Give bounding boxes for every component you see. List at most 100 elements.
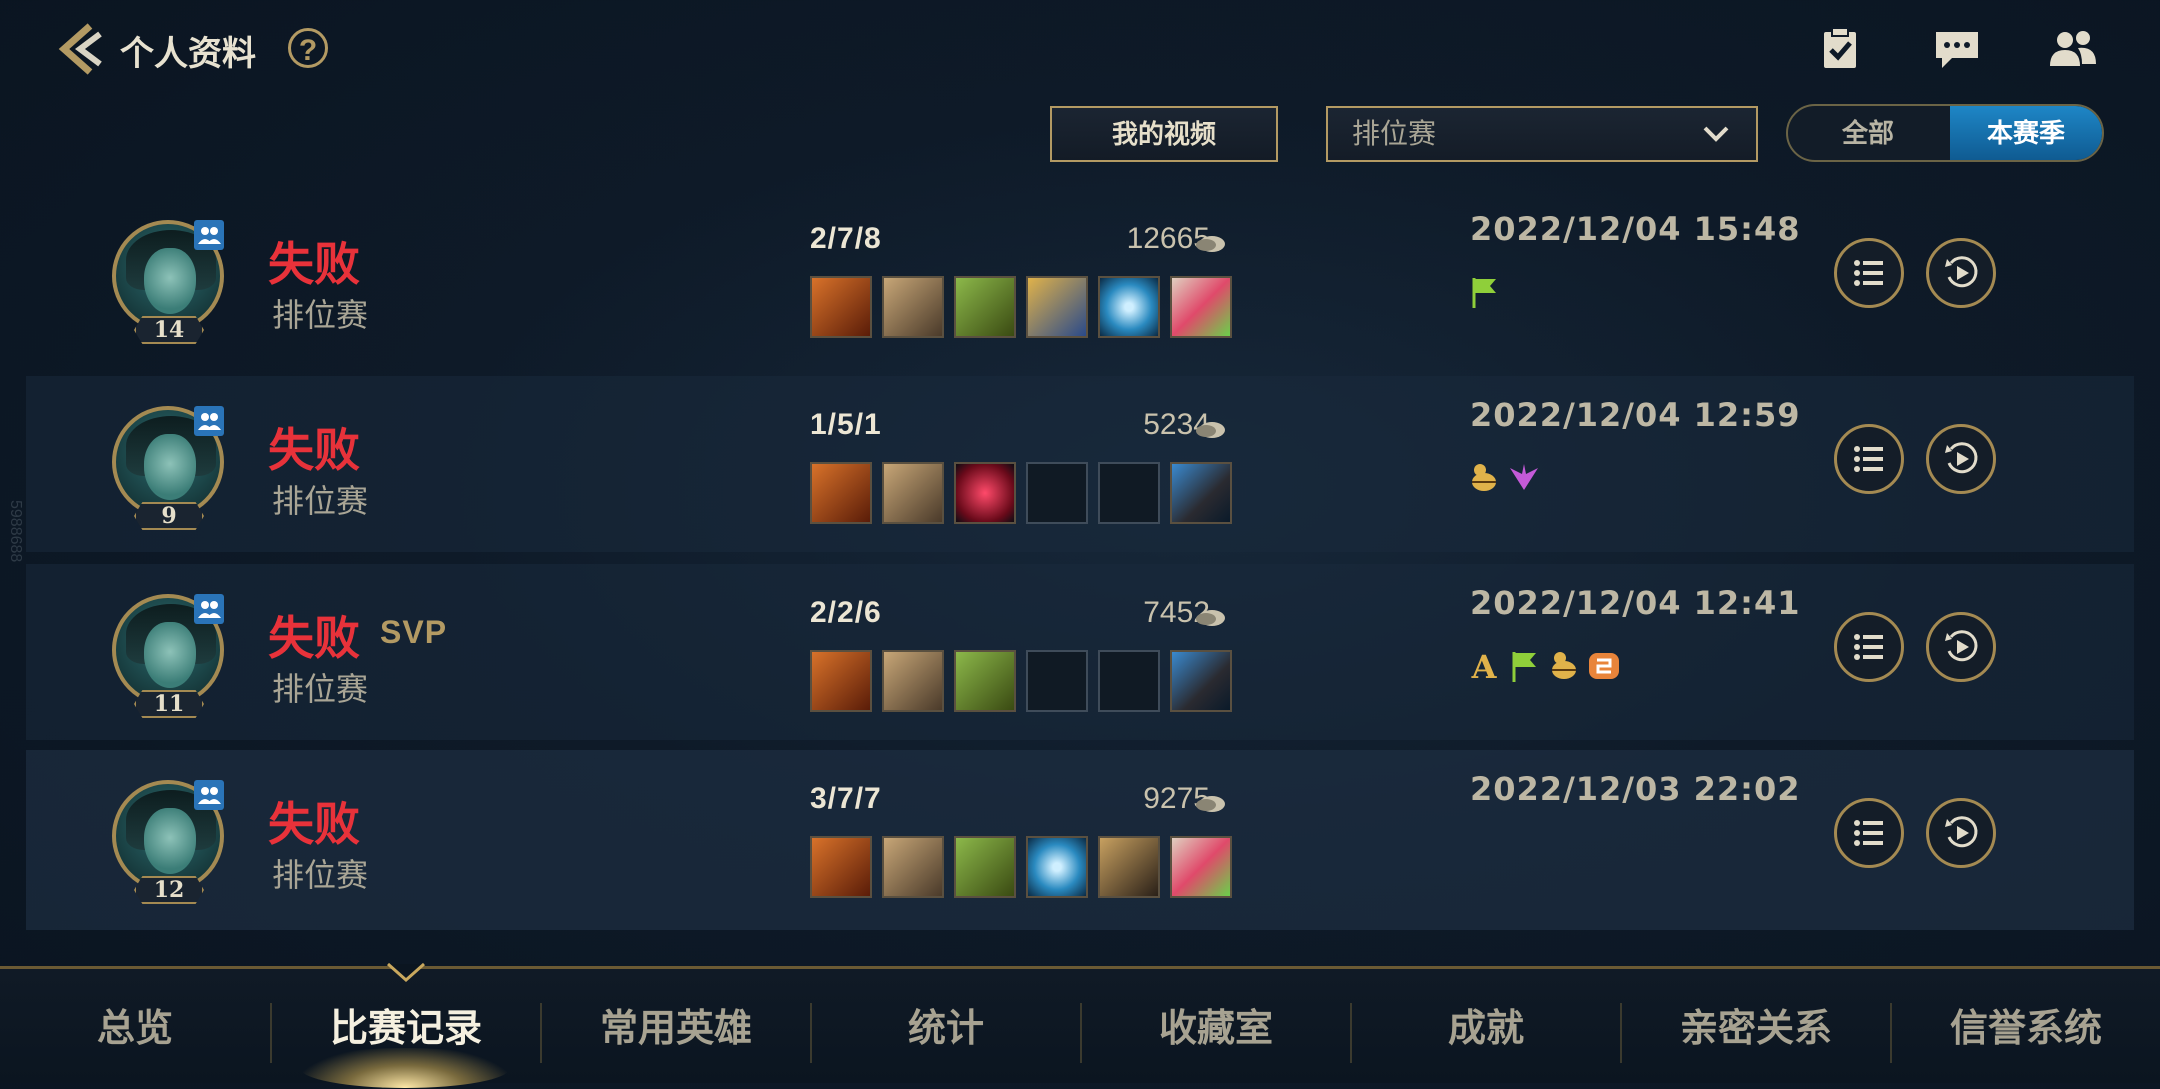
list-icon (1854, 260, 1883, 286)
item-icon[interactable] (1098, 276, 1160, 338)
tab-overview[interactable]: 总览 (0, 969, 270, 1083)
list-icon (1854, 820, 1883, 846)
back-arrow-icon[interactable] (50, 20, 108, 78)
item-icon[interactable] (1170, 462, 1232, 524)
svg-text:A: A (1471, 648, 1498, 684)
match-mode: 排位赛 (272, 483, 369, 519)
season-all-option[interactable]: 全部 (1788, 106, 1948, 160)
kda-score: 2/2/6 (810, 596, 882, 629)
replay-icon (1945, 256, 1978, 288)
tab-statistics[interactable]: 统计 (812, 969, 1080, 1083)
team-group-icon (194, 406, 224, 436)
hero-level: 12 (134, 876, 204, 904)
item-icon[interactable] (882, 462, 944, 524)
replay-icon (1945, 442, 1978, 474)
orange-badge-icon (1589, 653, 1619, 679)
item-icon[interactable] (1026, 276, 1088, 338)
tab-achievements[interactable]: 成就 (1352, 969, 1620, 1083)
item-icon[interactable] (1098, 836, 1160, 898)
item-icon[interactable] (954, 650, 1016, 712)
team-group-icon (194, 220, 224, 250)
season-current-option[interactable]: 本赛季 (1950, 106, 2102, 160)
match-mode: 排位赛 (272, 671, 369, 707)
tab-favorite-heroes[interactable]: 常用英雄 (542, 969, 810, 1083)
replay-button[interactable] (1926, 424, 1996, 494)
item-icon[interactable] (954, 276, 1016, 338)
kda-score: 3/7/7 (810, 782, 882, 815)
replay-button[interactable] (1926, 798, 1996, 868)
empty-item-slot[interactable] (1026, 650, 1088, 712)
tab-collection[interactable]: 收藏室 (1082, 969, 1350, 1083)
match-row[interactable]: 14 失败 排位赛 2/7/8 12665 2022/12/04 15:48 (26, 190, 2134, 366)
match-detail-button[interactable] (1834, 612, 1904, 682)
item-icon[interactable] (882, 836, 944, 898)
match-row[interactable]: 12 失败 排位赛 3/7/7 9275 2022/12/03 22:02 (26, 750, 2134, 930)
flag-icon (1512, 652, 1536, 682)
chevron-down-icon (1703, 126, 1729, 142)
empty-item-slot[interactable] (1026, 462, 1088, 524)
task-clipboard-icon[interactable] (1816, 26, 1866, 72)
season-toggle[interactable]: 全部 本赛季 (1786, 104, 2104, 162)
friends-icon[interactable] (2048, 26, 2098, 72)
item-icon[interactable] (810, 836, 872, 898)
match-detail-button[interactable] (1834, 798, 1904, 868)
match-detail-button[interactable] (1834, 238, 1904, 308)
svp-label: SVP (380, 614, 448, 650)
list-icon (1854, 446, 1883, 472)
match-detail-button[interactable] (1834, 424, 1904, 494)
match-result: 失败 (268, 238, 360, 290)
item-icon[interactable] (882, 650, 944, 712)
flag-icon (1472, 278, 1496, 308)
my-videos-button[interactable]: 我的视频 (1050, 106, 1278, 162)
item-icon[interactable] (1170, 650, 1232, 712)
page-title: 个人资料 (120, 35, 256, 73)
gold-amount: 9275 (1143, 782, 1210, 815)
a-rank-icon: A (1471, 648, 1498, 684)
replay-button[interactable] (1926, 238, 1996, 308)
match-mode: 排位赛 (272, 297, 369, 333)
hero-level: 9 (134, 502, 204, 530)
gold-coin-icon (1196, 796, 1225, 812)
gold-coin-icon (1196, 422, 1225, 438)
item-icon[interactable] (1170, 836, 1232, 898)
item-icon[interactable] (810, 462, 872, 524)
team-group-icon (194, 594, 224, 624)
match-row[interactable]: 11 失败 SVP 排位赛 2/2/6 7452 2022/12/04 12:41 A (26, 564, 2134, 740)
tab-intimacy[interactable]: 亲密关系 (1622, 969, 1890, 1083)
hero-level: 14 (134, 316, 204, 344)
item-icon[interactable] (882, 276, 944, 338)
wings-icon (1510, 464, 1538, 490)
mode-dropdown-value: 排位赛 (1352, 118, 1437, 149)
list-icon (1854, 634, 1883, 660)
gold-coin-icon (1196, 236, 1225, 252)
achievement-badges: A (1466, 648, 1626, 688)
active-tab-marker-icon (387, 962, 425, 982)
item-icon[interactable] (954, 462, 1016, 524)
chat-icon[interactable] (1932, 26, 1982, 72)
item-icon[interactable] (1026, 836, 1088, 898)
mode-dropdown[interactable]: 排位赛 (1326, 106, 1758, 162)
beetle-icon (1552, 652, 1576, 679)
item-icon[interactable] (954, 836, 1016, 898)
replay-button[interactable] (1926, 612, 1996, 682)
empty-item-slot[interactable] (1098, 650, 1160, 712)
item-icon[interactable] (810, 650, 872, 712)
item-icon[interactable] (810, 276, 872, 338)
watermark-text: 5988688 (7, 500, 24, 563)
match-result: 失败 (268, 424, 360, 476)
tab-reputation[interactable]: 信誉系统 (1892, 969, 2160, 1083)
replay-icon (1945, 630, 1978, 662)
item-icon[interactable] (1170, 276, 1232, 338)
match-result: 失败 (268, 612, 360, 664)
kda-score: 2/7/8 (810, 222, 882, 255)
beetle-icon (1472, 464, 1496, 491)
gold-amount: 5234 (1143, 408, 1210, 441)
match-datetime: 2022/12/04 12:41 (1470, 584, 1801, 622)
match-datetime: 2022/12/03 22:02 (1470, 770, 1801, 808)
match-datetime: 2022/12/04 12:59 (1470, 396, 1801, 434)
match-row[interactable]: 9 失败 排位赛 1/5/1 5234 2022/12/04 12:59 (26, 376, 2134, 552)
empty-item-slot[interactable] (1098, 462, 1160, 524)
hero-level: 11 (134, 690, 204, 718)
match-result: 失败 (268, 798, 360, 850)
help-icon[interactable]: ? (288, 28, 328, 68)
